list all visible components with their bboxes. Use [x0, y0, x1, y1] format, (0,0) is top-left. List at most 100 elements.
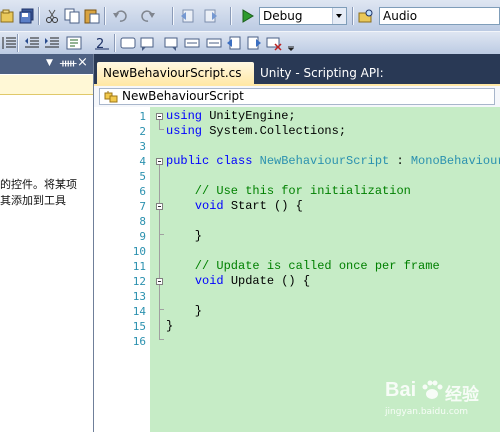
code-text: System.Collections; — [202, 124, 347, 138]
find-in-files-icon[interactable] — [358, 8, 374, 24]
toolbox-panel-header: ▼ ᚔ × — [0, 54, 93, 74]
toolbox-search-box[interactable] — [0, 75, 93, 95]
code-text: UnityEngine; — [202, 109, 296, 123]
collapse-class-icon[interactable] — [156, 158, 163, 165]
line-number: 4 — [139, 155, 146, 168]
toggle-bookmark-icon[interactable] — [120, 35, 136, 51]
outline-line — [159, 339, 164, 340]
solution-configuration-combo[interactable]: Debug — [259, 7, 347, 25]
toolbar-overflow-chevron-icon[interactable] — [286, 35, 302, 51]
type-name: MonoBehaviour — [410, 154, 500, 168]
class-selector-value: NewBehaviourScript — [122, 89, 244, 103]
collapse-start-method-icon[interactable] — [156, 203, 163, 210]
increase-indent-icon[interactable] — [44, 35, 60, 51]
line-number: 12 — [132, 275, 146, 288]
line-number: 5 — [139, 170, 146, 183]
code-text: Update () { — [223, 274, 311, 288]
class-icon — [104, 90, 118, 106]
outline-line — [159, 120, 160, 129]
line-number: 2 — [139, 125, 146, 138]
line-number: 6 — [139, 185, 146, 198]
code-line-12: void Update () { — [166, 274, 310, 289]
next-bookmark-document-icon[interactable] — [246, 35, 262, 51]
code-text: Start () { — [223, 199, 303, 213]
watermark-brand: Bai — [385, 379, 417, 401]
previous-bookmark-in-folder-icon[interactable] — [184, 35, 200, 51]
keyword: public class — [166, 154, 253, 168]
keyword: void — [194, 199, 224, 213]
line-number: 8 — [139, 215, 146, 228]
next-bookmark-in-folder-icon[interactable] — [206, 35, 222, 51]
next-bookmark-icon[interactable] — [162, 35, 178, 51]
undo-icon[interactable] — [112, 8, 128, 24]
line-number-gutter: 1 2 3 4 5 6 7 8 9 10 11 12 13 14 15 16 — [94, 107, 150, 432]
code-line-15: } — [166, 319, 174, 333]
line-number: 13 — [132, 290, 146, 303]
decrease-indent-icon[interactable] — [24, 35, 40, 51]
outline-line — [159, 234, 164, 235]
keyword: using — [166, 109, 203, 123]
tab-newbehaviourscript-cs[interactable]: NewBehaviourScript.cs — [97, 62, 254, 85]
code-line-6-comment: // Use this for initialization — [166, 184, 411, 198]
tab-label: NewBehaviourScript.cs — [103, 66, 242, 80]
paw-icon — [419, 377, 445, 406]
toolbox-hint-line-2: 其添加到工具 — [0, 194, 66, 207]
toolbox-hint-line-1: 的控件。将某项 — [0, 178, 77, 191]
find-combo-value: Audio — [383, 9, 418, 23]
toolbar-separator — [352, 7, 354, 25]
comment-lines-icon[interactable] — [66, 35, 82, 51]
clear-bookmarks-icon[interactable] — [266, 35, 282, 51]
close-icon[interactable]: × — [77, 55, 88, 70]
type-name: NewBehaviourScript — [259, 154, 390, 168]
pin-icon[interactable]: ᚔ — [60, 56, 76, 70]
line-number: 9 — [139, 230, 146, 243]
uncomment-lines-icon[interactable]: 2 — [94, 35, 110, 51]
watermark-brand-cn: 经验 — [445, 385, 479, 405]
start-debugging-icon[interactable] — [239, 8, 255, 24]
solution-configuration-value: Debug — [263, 9, 303, 23]
line-number: 15 — [132, 320, 146, 333]
line-number: 3 — [139, 140, 146, 153]
outline-line — [159, 129, 164, 130]
code-line-14: } — [166, 304, 203, 318]
tab-unity-scripting-api[interactable]: Unity - Scripting API: — [254, 62, 390, 85]
collapse-update-method-icon[interactable] — [156, 278, 163, 285]
panel-menu-chevron-icon[interactable]: ▼ — [46, 58, 53, 68]
toolbar-separator — [17, 34, 19, 52]
navigation-bar: NewBehaviourScript — [94, 86, 500, 108]
toolbar-separator — [104, 7, 106, 25]
open-file-icon[interactable] — [0, 8, 16, 24]
code-line-4: public class NewBehaviourScript : MonoBe… — [166, 154, 500, 169]
baidu-jingyan-watermark: Bai 经验 jingyan.baidu.com — [385, 377, 495, 427]
watermark-url: jingyan.baidu.com — [385, 407, 469, 417]
tab-label: Unity - Scripting API: — [260, 66, 384, 80]
toolbar-separator — [172, 7, 174, 25]
code-line-1: using UnityEngine; — [166, 109, 296, 124]
navigate-forward-icon[interactable] — [202, 8, 218, 24]
previous-bookmark-icon[interactable] — [140, 35, 156, 51]
outline-line — [159, 309, 164, 310]
code-line-7: void Start () { — [166, 199, 303, 214]
class-selector-combo[interactable]: NewBehaviourScript — [99, 88, 495, 105]
copy-icon[interactable] — [64, 8, 80, 24]
outline-line — [159, 165, 160, 339]
navigate-backward-icon[interactable] — [180, 8, 196, 24]
toolbar-separator — [114, 34, 116, 52]
code-line-9: } — [166, 229, 203, 243]
indent-icon[interactable] — [2, 35, 18, 51]
save-all-icon[interactable] — [19, 8, 35, 24]
chevron-down-icon[interactable] — [332, 8, 346, 24]
line-number: 1 — [139, 110, 146, 123]
code-line-11-comment: // Update is called once per frame — [166, 259, 440, 273]
line-number: 11 — [132, 260, 146, 273]
collapse-usings-icon[interactable] — [156, 113, 163, 120]
paste-icon[interactable] — [84, 8, 100, 24]
keyword: using — [166, 124, 203, 138]
cut-icon[interactable] — [44, 8, 60, 24]
standard-toolbar: Debug Audio — [0, 0, 500, 32]
find-combo[interactable]: Audio — [379, 7, 500, 25]
toolbar-separator — [38, 7, 40, 25]
redo-icon[interactable] — [140, 8, 156, 24]
previous-bookmark-document-icon[interactable] — [226, 35, 242, 51]
